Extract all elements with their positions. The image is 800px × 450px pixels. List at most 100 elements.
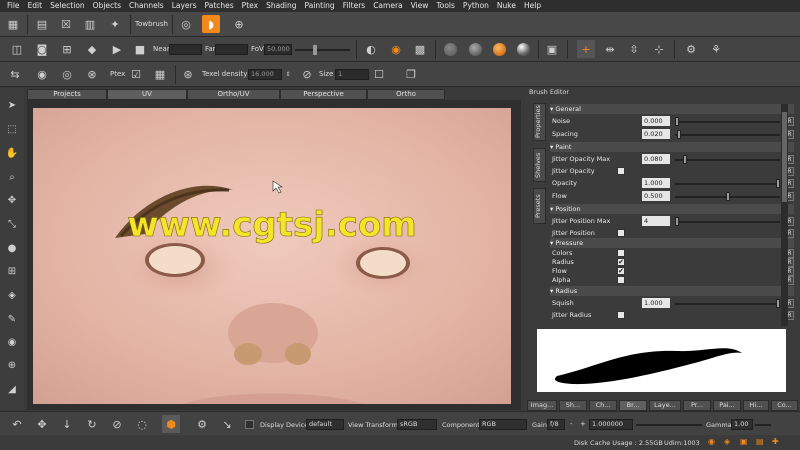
crosshair-icon[interactable]: + (577, 40, 595, 58)
view-transform-select[interactable]: sRGB (397, 419, 437, 430)
uv-grid-icon[interactable]: ⊞ (3, 262, 21, 280)
jitter-opacity-max-slider-knob[interactable] (683, 155, 688, 164)
p-colors-checkbox[interactable] (617, 249, 625, 257)
jitter-position-max-value[interactable]: 4 (642, 216, 670, 226)
color-sphere-icon[interactable] (493, 43, 506, 56)
copy-icon[interactable]: ❐ (402, 65, 420, 83)
scrollbar-thumb[interactable] (782, 112, 787, 202)
row-noise[interactable]: Noise 0.000 R (550, 116, 794, 127)
panel-tab-shelf[interactable]: Sh... (559, 400, 587, 411)
eye-cross-icon[interactable]: ⊗ (83, 65, 101, 83)
jitter-radius-checkbox[interactable] (617, 311, 625, 319)
size-apply-icon[interactable]: ☐ (371, 66, 387, 82)
near-field[interactable] (169, 44, 202, 55)
menu-channels[interactable]: Channels (125, 0, 168, 12)
panel-tab-layers[interactable]: Laye... (649, 400, 681, 411)
menu-view[interactable]: View (407, 0, 433, 12)
section-general[interactable]: ▾ General (550, 104, 794, 114)
spacing-value[interactable]: 0.020 (642, 129, 670, 139)
globe-icon[interactable]: ⊛ (179, 65, 197, 83)
texel-spin-icon[interactable]: ⇕ (283, 67, 293, 81)
transform-reset-icon[interactable]: ⚘ (707, 40, 725, 58)
gain-slider[interactable] (636, 424, 702, 426)
move-icon[interactable]: ✥ (3, 191, 21, 209)
size-icon[interactable]: ⊘ (298, 65, 316, 83)
menu-edit[interactable]: Edit (24, 0, 47, 12)
panel-tab-image[interactable]: Imag... (527, 400, 557, 411)
menu-help[interactable]: Help (520, 0, 545, 12)
p-flow-checkbox[interactable]: ✔ (617, 267, 625, 275)
curve-icon[interactable]: ↘ (218, 415, 236, 433)
close-file-icon[interactable]: ☒ (57, 15, 75, 33)
texel-density-field[interactable]: 16.000 (248, 69, 282, 80)
ptex-check-icon[interactable]: ☑ (127, 65, 145, 83)
shader-icon[interactable]: ◐ (362, 40, 380, 58)
panel-tab-paint[interactable]: Pai... (713, 400, 741, 411)
box-icon[interactable]: ◆ (83, 40, 101, 58)
row-opacity[interactable]: Opacity 1.000 R (550, 178, 794, 189)
frame-icon[interactable]: ⊞ (58, 40, 76, 58)
panel-tab-channels[interactable]: Ch... (589, 400, 617, 411)
noise-slider-knob[interactable] (675, 117, 679, 126)
p-alpha-checkbox[interactable] (617, 276, 625, 284)
flag-icon[interactable]: ▶ (108, 40, 126, 58)
uv-viewport[interactable]: www.cgtsj.com (33, 108, 511, 404)
jitter-opacity-max-value[interactable]: 0.080 (642, 154, 670, 164)
sculpt-icon[interactable]: ✦ (106, 15, 124, 33)
down-arrow-icon[interactable]: ↓ (58, 415, 76, 433)
squish-value[interactable]: 1.000 (642, 298, 670, 308)
panel-scrollbar[interactable] (781, 104, 788, 326)
lighting-icon[interactable]: ◉ (387, 40, 405, 58)
status-icon-3[interactable]: ▣ (740, 437, 748, 446)
spacing-slider[interactable] (675, 134, 780, 136)
fov-slider-knob[interactable] (313, 45, 317, 55)
gain-plus-button[interactable]: + (580, 420, 586, 428)
row-jitter-position-max[interactable]: Jitter Position Max 4 R (550, 216, 794, 227)
camera-icon[interactable]: ◎ (177, 15, 195, 33)
menu-tools[interactable]: Tools (432, 0, 458, 12)
align-vertical-icon[interactable]: ⇳ (625, 40, 643, 58)
align-grid-icon[interactable]: ⊹ (650, 40, 668, 58)
jitter-position-max-slider-knob[interactable] (675, 217, 679, 226)
rotate-icon[interactable]: ↻ (83, 415, 101, 433)
status-icon-5[interactable]: ✚ (772, 437, 779, 446)
lit-sphere-icon[interactable] (469, 43, 482, 56)
menu-objects[interactable]: Objects (89, 0, 125, 12)
menu-nuke[interactable]: Nuke (493, 0, 520, 12)
row-jitter-radius[interactable]: Jitter Radius R (550, 310, 794, 321)
panel-tab-color[interactable]: Co... (771, 400, 798, 411)
target-icon[interactable]: ⊕ (230, 15, 248, 33)
fov-field[interactable]: 50.000 (264, 44, 292, 55)
eraser-icon[interactable]: ◢ (3, 380, 21, 398)
cube-solid-icon[interactable]: ■ (131, 40, 149, 58)
hex-lock-icon[interactable]: ⬢ (162, 415, 180, 433)
dotted-circle-icon[interactable]: ◌ (133, 415, 151, 433)
menu-selection[interactable]: Selection (46, 0, 89, 12)
menu-shading[interactable]: Shading (262, 0, 300, 12)
tab-ortho[interactable]: Ortho (367, 89, 445, 100)
select-arrow-icon[interactable]: ➤ (3, 96, 21, 114)
tab-perspective[interactable]: Perspective (280, 89, 367, 100)
flow-slider-knob[interactable] (725, 192, 730, 201)
row-flow[interactable]: Flow 0.500 R (550, 191, 794, 202)
jitter-opacity-checkbox[interactable] (617, 167, 625, 175)
menu-patches[interactable]: Patches (201, 0, 238, 12)
camera-view-icon[interactable]: ◙ (33, 40, 51, 58)
transform-icon[interactable]: ⚙ (682, 40, 700, 58)
cube-icon[interactable]: ◫ (8, 40, 26, 58)
tab-ortho-uv[interactable]: Ortho/UV (187, 89, 280, 100)
opacity-slider-knob[interactable] (776, 179, 780, 188)
gain-minus-button[interactable]: - (570, 420, 573, 428)
pin-icon[interactable]: ✎ (3, 310, 21, 328)
jitter-position-checkbox[interactable] (617, 229, 625, 237)
menu-python[interactable]: Python (459, 0, 493, 12)
gamma-value-field[interactable]: 1.00 (731, 419, 753, 430)
hand-icon[interactable]: ✋ (3, 144, 21, 162)
mirror-icon[interactable]: ⇆ (6, 65, 24, 83)
eye-outline-icon[interactable]: ◎ (58, 65, 76, 83)
panel-tab-history[interactable]: Hi... (743, 400, 769, 411)
menu-painting[interactable]: Painting (301, 0, 339, 12)
row-spacing[interactable]: Spacing 0.020 R (550, 129, 794, 140)
tab-uv[interactable]: UV (107, 89, 187, 100)
display-device-select[interactable]: default (306, 419, 344, 430)
